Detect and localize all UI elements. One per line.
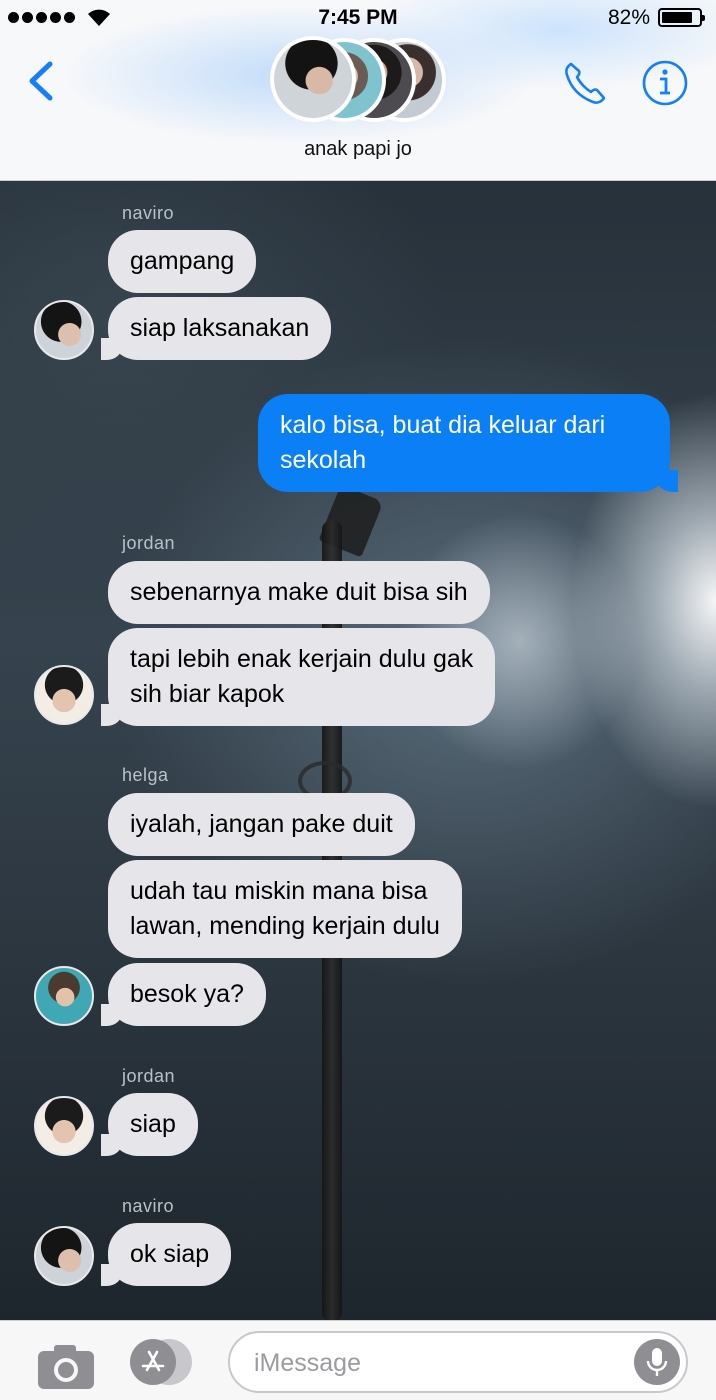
app-store-button[interactable]: [130, 1339, 194, 1385]
message-text-line: lawan, mending kerjain dulu: [130, 912, 440, 940]
message-bubble[interactable]: gampang: [108, 230, 257, 293]
sender-name: naviro: [122, 203, 175, 223]
message-bubble-outgoing[interactable]: kalo bisa, buat dia keluar dari sekolah: [258, 394, 678, 492]
group-avatar-stack[interactable]: [270, 36, 450, 122]
message-list[interactable]: naviro gampang siap laksanakan kalo bisa…: [0, 181, 716, 1320]
sender-name: jordan: [122, 1066, 176, 1086]
battery-icon: [658, 8, 705, 27]
avatar[interactable]: [34, 665, 94, 725]
avatar[interactable]: [34, 966, 94, 1026]
camera-icon[interactable]: [36, 1341, 96, 1391]
message-text-line: kalo bisa, buat dia keluar dari: [280, 411, 606, 439]
message-text: sebenarnya make duit bisa sih: [130, 578, 468, 606]
message-bubble[interactable]: ok siap: [101, 1223, 232, 1286]
message-bubble[interactable]: siap laksanakan: [101, 297, 332, 360]
message-bubble[interactable]: iyalah, jangan pake duit: [108, 793, 415, 856]
message-text-line: sih biar kapok: [130, 680, 285, 708]
app-store-icon: [141, 1350, 165, 1372]
message-text-line: tapi lebih enak kerjain dulu gak: [130, 645, 474, 673]
avatar[interactable]: [34, 1226, 94, 1286]
group-member-avatar: [270, 36, 356, 122]
info-icon[interactable]: [640, 58, 690, 108]
group-name[interactable]: anak papi jo: [0, 138, 716, 161]
imessage-input[interactable]: [254, 1345, 634, 1381]
avatar[interactable]: [34, 1096, 94, 1156]
message-text: gampang: [130, 247, 235, 275]
compose-bar: [0, 1320, 716, 1400]
message-bubble[interactable]: besok ya?: [101, 963, 266, 1026]
message-bubble[interactable]: udah tau miskin mana bisa lawan, mending…: [108, 860, 462, 958]
microphone-icon: [646, 1348, 668, 1376]
chevron-left-icon[interactable]: [24, 58, 58, 104]
conversation-header: 7:45 PM 82% anak papi jo: [0, 0, 716, 181]
message-bubble[interactable]: sebenarnya make duit bisa sih: [108, 561, 490, 624]
battery-percent: 82%: [607, 6, 650, 29]
avatar[interactable]: [34, 300, 94, 360]
dictation-button[interactable]: [634, 1339, 680, 1385]
phone-icon[interactable]: [560, 58, 610, 108]
status-bar: 7:45 PM 82%: [0, 0, 716, 36]
message-text: siap laksanakan: [130, 314, 310, 342]
message-text-line: udah tau miskin mana bisa: [130, 877, 428, 905]
message-bubble[interactable]: siap: [101, 1093, 198, 1156]
sender-name: helga: [122, 765, 169, 785]
message-text: iyalah, jangan pake duit: [130, 810, 393, 838]
message-bubble[interactable]: tapi lebih enak kerjain dulu gak sih bia…: [101, 628, 496, 726]
message-text-line: sekolah: [280, 446, 367, 474]
message-text: siap: [130, 1110, 176, 1138]
message-text: besok ya?: [130, 980, 244, 1008]
sender-name: jordan: [122, 533, 176, 553]
message-text: ok siap: [130, 1240, 210, 1268]
sender-name: naviro: [122, 1196, 175, 1216]
message-field[interactable]: [228, 1331, 688, 1393]
